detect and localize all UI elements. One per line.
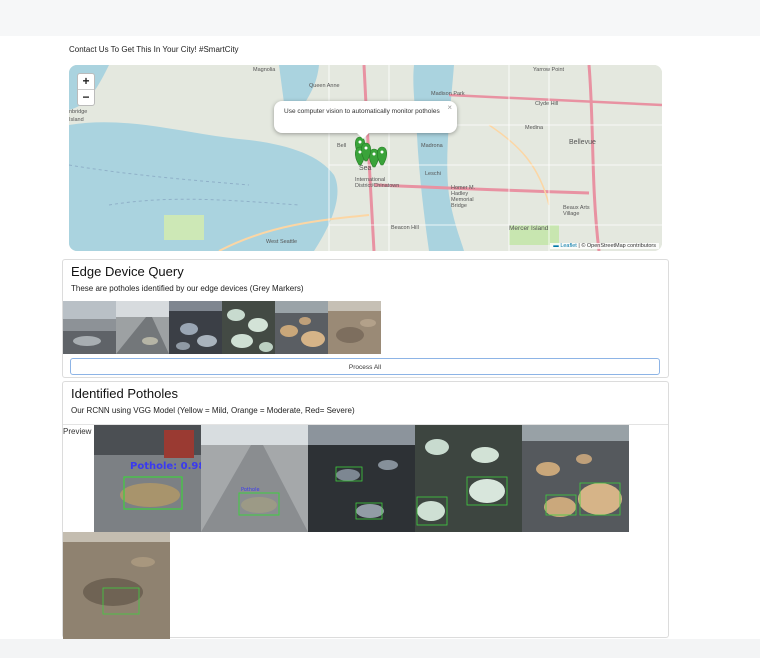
bottom-bar <box>0 639 760 658</box>
preview-label: Preview <box>63 427 92 436</box>
zoom-out-button[interactable]: − <box>78 89 94 105</box>
map-popup: Use computer vision to automatically mon… <box>274 101 457 133</box>
map-label: Yarrow Point <box>533 67 565 73</box>
edge-thumbnail[interactable] <box>116 301 169 354</box>
detection-image[interactable]: Pothole <box>201 425 308 532</box>
map-label: Queen Anne <box>309 83 340 89</box>
map-label: Mercer Island <box>509 225 549 232</box>
map-label: Madison Park <box>431 91 465 97</box>
detection-label: Pothole: 0.98 <box>130 461 201 472</box>
map-label: Beacon Hill <box>391 225 419 231</box>
zoom-in-button[interactable]: + <box>78 74 94 89</box>
map-label: Bellevue <box>569 139 596 146</box>
popup-tip <box>357 133 369 139</box>
map-label: Island <box>69 117 84 123</box>
identified-potholes-description: Our RCNN using VGG Model (Yellow = Mild,… <box>71 406 355 415</box>
detection-image[interactable] <box>63 532 170 639</box>
edge-thumbnail[interactable] <box>328 301 381 354</box>
map-label: Homer M. Hadley Memorial Bridge <box>451 185 476 209</box>
map-label: Leschi <box>425 171 441 177</box>
edge-thumbnail[interactable] <box>275 301 328 354</box>
process-all-button[interactable]: Process All <box>70 358 660 375</box>
map-label: Bell <box>337 143 347 149</box>
top-bar <box>0 0 760 36</box>
map-label: Magnolia <box>253 67 276 73</box>
detection-image[interactable]: Pothole: 0.98 <box>94 425 201 532</box>
tagline: Contact Us To Get This In Your City! #Sm… <box>69 45 239 54</box>
map-label: Clyde Hill <box>535 101 559 107</box>
edge-thumbnail[interactable] <box>222 301 275 354</box>
map-marker-icon <box>377 146 387 166</box>
map-label: Beaux Arts Village <box>563 205 590 217</box>
leaflet-link[interactable]: ▬ Leaflet <box>553 243 577 249</box>
map-label: Madrona <box>421 143 443 149</box>
zoom-control: + − <box>77 73 95 106</box>
edge-device-description: These are potholes identified by our edg… <box>71 284 304 293</box>
identified-potholes-title: Identified Potholes <box>71 386 178 401</box>
edge-thumbnail[interactable] <box>63 301 116 354</box>
detection-image[interactable] <box>522 425 629 532</box>
popup-text: Use computer vision to automatically mon… <box>284 108 440 115</box>
map-label: West Seattle <box>266 239 298 245</box>
edge-device-title: Edge Device Query <box>71 264 184 279</box>
detection-image[interactable] <box>308 425 415 532</box>
map-label: nbridge <box>69 109 88 115</box>
map-label: Medina <box>525 125 544 131</box>
identified-potholes-card: Identified Potholes Our RCNN using VGG M… <box>62 381 669 639</box>
detection-label: Pothole <box>241 487 260 493</box>
map[interactable]: Magnolia Queen Anne Madison Park Yarrow … <box>69 65 662 251</box>
detection-image[interactable] <box>415 425 522 532</box>
edge-thumbnail[interactable] <box>169 301 222 354</box>
popup-close-button[interactable]: × <box>447 103 452 112</box>
edge-device-card: Edge Device Query These are potholes ide… <box>62 259 669 378</box>
map-label: International District/Chinatown <box>355 177 400 189</box>
osm-attribution[interactable]: | © OpenStreetMap contributors <box>578 243 656 249</box>
map-attribution: ▬ Leaflet | © OpenStreetMap contributors <box>550 243 659 249</box>
